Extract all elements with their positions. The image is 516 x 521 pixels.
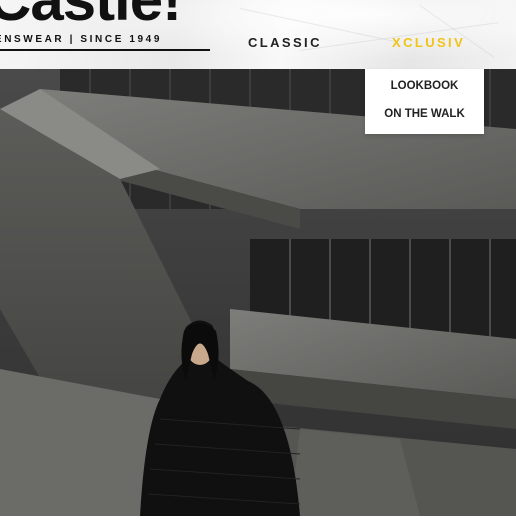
- dropdown-item-on-the-walk[interactable]: ON THE WALK: [365, 108, 484, 120]
- dropdown-item-lookbook[interactable]: LOOKBOOK: [365, 80, 484, 92]
- nav-item-classic[interactable]: CLASSIC: [248, 35, 322, 50]
- xclusiv-dropdown-menu: LOOKBOOK ON THE WALK: [365, 69, 484, 134]
- site-header: Castle! MENSWEAR | SINCE 1949 CLASSIC XC…: [0, 0, 516, 69]
- hero-image: [0, 69, 516, 516]
- hero-photo: [0, 69, 516, 516]
- logo-tagline: MENSWEAR | SINCE 1949: [0, 34, 162, 45]
- nav-item-xclusiv[interactable]: XCLUSIV: [392, 35, 465, 50]
- logo-underline: [0, 49, 210, 51]
- logo: Castle!: [0, 0, 182, 30]
- logo-link[interactable]: Castle! MENSWEAR | SINCE 1949: [0, 0, 212, 55]
